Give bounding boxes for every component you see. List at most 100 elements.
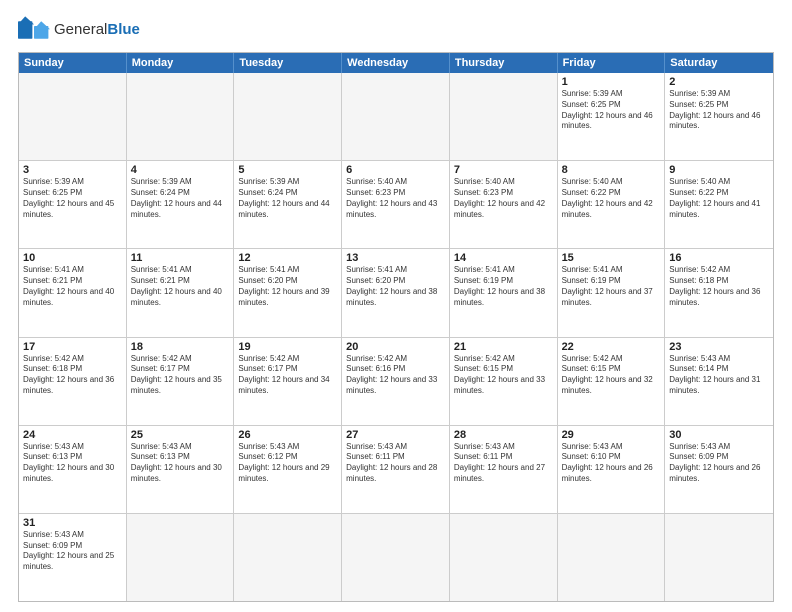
cell-sun-info: Sunrise: 5:43 AMSunset: 6:11 PMDaylight:… bbox=[454, 442, 553, 485]
calendar-week-row: 17Sunrise: 5:42 AMSunset: 6:18 PMDayligh… bbox=[19, 337, 773, 425]
header: GeneralBlue bbox=[18, 16, 774, 44]
calendar-cell: 11Sunrise: 5:41 AMSunset: 6:21 PMDayligh… bbox=[127, 249, 235, 336]
day-number: 23 bbox=[669, 341, 769, 353]
day-number: 3 bbox=[23, 164, 122, 176]
cell-sun-info: Sunrise: 5:40 AMSunset: 6:22 PMDaylight:… bbox=[669, 177, 769, 220]
weekday-header: Sunday bbox=[19, 53, 127, 73]
weekday-header: Saturday bbox=[665, 53, 773, 73]
logo-blue: Blue bbox=[107, 21, 140, 38]
cell-sun-info: Sunrise: 5:43 AMSunset: 6:13 PMDaylight:… bbox=[23, 442, 122, 485]
logo: GeneralBlue bbox=[18, 16, 140, 44]
calendar-cell: 29Sunrise: 5:43 AMSunset: 6:10 PMDayligh… bbox=[558, 426, 666, 513]
cell-sun-info: Sunrise: 5:43 AMSunset: 6:10 PMDaylight:… bbox=[562, 442, 661, 485]
calendar-cell: 21Sunrise: 5:42 AMSunset: 6:15 PMDayligh… bbox=[450, 338, 558, 425]
cell-sun-info: Sunrise: 5:42 AMSunset: 6:18 PMDaylight:… bbox=[23, 354, 122, 397]
calendar-cell: 6Sunrise: 5:40 AMSunset: 6:23 PMDaylight… bbox=[342, 161, 450, 248]
cell-sun-info: Sunrise: 5:43 AMSunset: 6:12 PMDaylight:… bbox=[238, 442, 337, 485]
cell-sun-info: Sunrise: 5:40 AMSunset: 6:22 PMDaylight:… bbox=[562, 177, 661, 220]
calendar-cell: 25Sunrise: 5:43 AMSunset: 6:13 PMDayligh… bbox=[127, 426, 235, 513]
calendar-cell bbox=[665, 514, 773, 601]
weekday-header: Wednesday bbox=[342, 53, 450, 73]
calendar-cell: 20Sunrise: 5:42 AMSunset: 6:16 PMDayligh… bbox=[342, 338, 450, 425]
cell-sun-info: Sunrise: 5:39 AMSunset: 6:25 PMDaylight:… bbox=[669, 89, 769, 132]
calendar-cell: 8Sunrise: 5:40 AMSunset: 6:22 PMDaylight… bbox=[558, 161, 666, 248]
calendar-cell: 17Sunrise: 5:42 AMSunset: 6:18 PMDayligh… bbox=[19, 338, 127, 425]
calendar-header: SundayMondayTuesdayWednesdayThursdayFrid… bbox=[19, 53, 773, 73]
day-number: 7 bbox=[454, 164, 553, 176]
calendar-cell bbox=[450, 73, 558, 160]
calendar-cell: 15Sunrise: 5:41 AMSunset: 6:19 PMDayligh… bbox=[558, 249, 666, 336]
calendar-week-row: 3Sunrise: 5:39 AMSunset: 6:25 PMDaylight… bbox=[19, 160, 773, 248]
calendar-cell: 30Sunrise: 5:43 AMSunset: 6:09 PMDayligh… bbox=[665, 426, 773, 513]
cell-sun-info: Sunrise: 5:39 AMSunset: 6:25 PMDaylight:… bbox=[23, 177, 122, 220]
day-number: 5 bbox=[238, 164, 337, 176]
day-number: 9 bbox=[669, 164, 769, 176]
calendar-cell: 28Sunrise: 5:43 AMSunset: 6:11 PMDayligh… bbox=[450, 426, 558, 513]
generalblue-icon bbox=[18, 16, 50, 44]
weekday-header: Monday bbox=[127, 53, 235, 73]
weekday-header: Thursday bbox=[450, 53, 558, 73]
cell-sun-info: Sunrise: 5:40 AMSunset: 6:23 PMDaylight:… bbox=[454, 177, 553, 220]
calendar-cell: 24Sunrise: 5:43 AMSunset: 6:13 PMDayligh… bbox=[19, 426, 127, 513]
day-number: 28 bbox=[454, 429, 553, 441]
day-number: 16 bbox=[669, 252, 769, 264]
calendar-cell: 2Sunrise: 5:39 AMSunset: 6:25 PMDaylight… bbox=[665, 73, 773, 160]
calendar-cell bbox=[450, 514, 558, 601]
day-number: 1 bbox=[562, 76, 661, 88]
cell-sun-info: Sunrise: 5:41 AMSunset: 6:21 PMDaylight:… bbox=[131, 265, 230, 308]
cell-sun-info: Sunrise: 5:42 AMSunset: 6:15 PMDaylight:… bbox=[454, 354, 553, 397]
calendar-cell: 10Sunrise: 5:41 AMSunset: 6:21 PMDayligh… bbox=[19, 249, 127, 336]
calendar-cell: 26Sunrise: 5:43 AMSunset: 6:12 PMDayligh… bbox=[234, 426, 342, 513]
day-number: 24 bbox=[23, 429, 122, 441]
calendar-cell: 23Sunrise: 5:43 AMSunset: 6:14 PMDayligh… bbox=[665, 338, 773, 425]
calendar-cell: 4Sunrise: 5:39 AMSunset: 6:24 PMDaylight… bbox=[127, 161, 235, 248]
day-number: 2 bbox=[669, 76, 769, 88]
cell-sun-info: Sunrise: 5:43 AMSunset: 6:14 PMDaylight:… bbox=[669, 354, 769, 397]
calendar-cell bbox=[234, 73, 342, 160]
day-number: 29 bbox=[562, 429, 661, 441]
day-number: 13 bbox=[346, 252, 445, 264]
day-number: 27 bbox=[346, 429, 445, 441]
calendar-cell bbox=[234, 514, 342, 601]
day-number: 20 bbox=[346, 341, 445, 353]
cell-sun-info: Sunrise: 5:39 AMSunset: 6:25 PMDaylight:… bbox=[562, 89, 661, 132]
calendar-week-row: 1Sunrise: 5:39 AMSunset: 6:25 PMDaylight… bbox=[19, 73, 773, 160]
cell-sun-info: Sunrise: 5:43 AMSunset: 6:13 PMDaylight:… bbox=[131, 442, 230, 485]
calendar-cell bbox=[127, 514, 235, 601]
calendar-cell bbox=[342, 73, 450, 160]
calendar-cell: 3Sunrise: 5:39 AMSunset: 6:25 PMDaylight… bbox=[19, 161, 127, 248]
calendar-cell: 22Sunrise: 5:42 AMSunset: 6:15 PMDayligh… bbox=[558, 338, 666, 425]
calendar-cell bbox=[19, 73, 127, 160]
day-number: 17 bbox=[23, 341, 122, 353]
weekday-header: Tuesday bbox=[234, 53, 342, 73]
cell-sun-info: Sunrise: 5:41 AMSunset: 6:20 PMDaylight:… bbox=[238, 265, 337, 308]
page: GeneralBlue SundayMondayTuesdayWednesday… bbox=[0, 0, 792, 612]
calendar-cell: 16Sunrise: 5:42 AMSunset: 6:18 PMDayligh… bbox=[665, 249, 773, 336]
logo-text: GeneralBlue bbox=[54, 22, 140, 39]
day-number: 8 bbox=[562, 164, 661, 176]
day-number: 12 bbox=[238, 252, 337, 264]
cell-sun-info: Sunrise: 5:42 AMSunset: 6:17 PMDaylight:… bbox=[131, 354, 230, 397]
day-number: 26 bbox=[238, 429, 337, 441]
calendar-cell: 27Sunrise: 5:43 AMSunset: 6:11 PMDayligh… bbox=[342, 426, 450, 513]
calendar-cell: 1Sunrise: 5:39 AMSunset: 6:25 PMDaylight… bbox=[558, 73, 666, 160]
calendar-body: 1Sunrise: 5:39 AMSunset: 6:25 PMDaylight… bbox=[19, 73, 773, 601]
calendar-cell: 14Sunrise: 5:41 AMSunset: 6:19 PMDayligh… bbox=[450, 249, 558, 336]
calendar-cell bbox=[342, 514, 450, 601]
calendar-cell: 18Sunrise: 5:42 AMSunset: 6:17 PMDayligh… bbox=[127, 338, 235, 425]
day-number: 11 bbox=[131, 252, 230, 264]
day-number: 15 bbox=[562, 252, 661, 264]
cell-sun-info: Sunrise: 5:40 AMSunset: 6:23 PMDaylight:… bbox=[346, 177, 445, 220]
cell-sun-info: Sunrise: 5:39 AMSunset: 6:24 PMDaylight:… bbox=[238, 177, 337, 220]
day-number: 14 bbox=[454, 252, 553, 264]
cell-sun-info: Sunrise: 5:42 AMSunset: 6:16 PMDaylight:… bbox=[346, 354, 445, 397]
cell-sun-info: Sunrise: 5:42 AMSunset: 6:18 PMDaylight:… bbox=[669, 265, 769, 308]
calendar-week-row: 31Sunrise: 5:43 AMSunset: 6:09 PMDayligh… bbox=[19, 513, 773, 601]
cell-sun-info: Sunrise: 5:41 AMSunset: 6:19 PMDaylight:… bbox=[562, 265, 661, 308]
calendar-cell: 31Sunrise: 5:43 AMSunset: 6:09 PMDayligh… bbox=[19, 514, 127, 601]
cell-sun-info: Sunrise: 5:41 AMSunset: 6:19 PMDaylight:… bbox=[454, 265, 553, 308]
calendar-week-row: 10Sunrise: 5:41 AMSunset: 6:21 PMDayligh… bbox=[19, 248, 773, 336]
cell-sun-info: Sunrise: 5:41 AMSunset: 6:21 PMDaylight:… bbox=[23, 265, 122, 308]
day-number: 19 bbox=[238, 341, 337, 353]
calendar-cell bbox=[127, 73, 235, 160]
